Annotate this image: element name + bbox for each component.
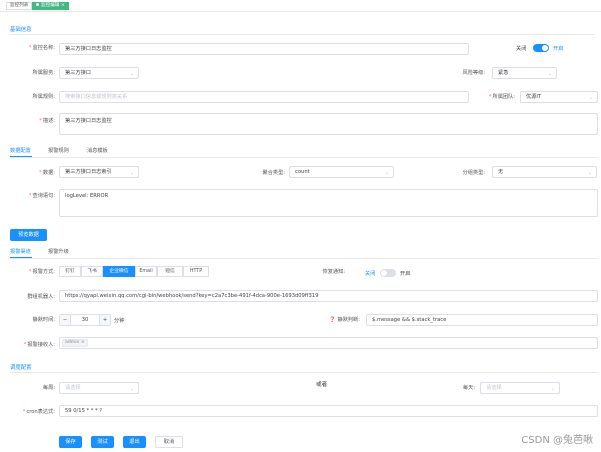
decrement-button[interactable]: − bbox=[60, 315, 71, 325]
team-select[interactable]: 优源IT ⌄ bbox=[520, 91, 598, 103]
data-source-label: *数据: bbox=[39, 170, 55, 176]
section-title-schedule: 调度配置 bbox=[10, 365, 32, 371]
preview-data-button[interactable]: 预览数据 bbox=[10, 229, 47, 241]
agg-type-label: 聚合类型: bbox=[262, 170, 286, 176]
divider bbox=[10, 372, 598, 373]
divider bbox=[10, 258, 598, 259]
rule-label: 所属规则: bbox=[32, 94, 56, 100]
save-button[interactable]: 保存 bbox=[59, 436, 82, 448]
cancel-button[interactable]: 取消 bbox=[155, 436, 183, 448]
daily-select[interactable]: 请选择 ⌄ bbox=[480, 382, 560, 394]
desc-textarea[interactable]: 第三方接口日志监控 bbox=[59, 113, 598, 135]
recovery-toggle[interactable] bbox=[380, 269, 396, 277]
desc-label: *描述: bbox=[39, 118, 55, 124]
rule-select[interactable]: 搜索接口信息或规则类关系 bbox=[59, 91, 469, 103]
section-title-basic: 基础信息 bbox=[10, 27, 32, 33]
tab-message-template[interactable]: 消息模板 bbox=[87, 147, 108, 155]
receiver-tag: admin × bbox=[62, 339, 88, 347]
silence-condition-label: ❓ 静默判断: bbox=[329, 317, 360, 323]
or-text: 或者 bbox=[316, 382, 328, 388]
robot-webhook-input[interactable]: https://qyapi.weixin.qq.com/cgi-bin/webh… bbox=[59, 290, 598, 302]
divider bbox=[10, 157, 598, 158]
method-http[interactable]: HTTP bbox=[183, 266, 209, 277]
enable-toggle[interactable] bbox=[533, 44, 549, 52]
method-feishu[interactable]: 飞书 bbox=[81, 266, 103, 277]
monitor-name-input[interactable]: 第三方接口日志监控 bbox=[59, 43, 469, 55]
increment-button[interactable]: + bbox=[99, 315, 110, 325]
test-button[interactable]: 测试 bbox=[91, 436, 114, 448]
query-textarea[interactable]: logLevel: ERROR bbox=[59, 189, 598, 217]
recovery-on-label: 开启 bbox=[400, 271, 411, 277]
tab-alarm-upgrade[interactable]: 报警升级 bbox=[48, 248, 69, 256]
robot-label: 群组机器人: bbox=[27, 294, 55, 300]
tab-monitor-edit[interactable]: 监控编辑 × bbox=[32, 2, 69, 10]
data-source-select[interactable]: 第三方接口日志索引 ⌄ bbox=[59, 166, 139, 178]
risk-select[interactable]: 紧急 ⌄ bbox=[492, 67, 557, 79]
agg-type-select[interactable]: count ⌄ bbox=[289, 166, 394, 178]
enable-toggle-on-label: 开启 bbox=[553, 46, 564, 52]
stepper-value: 30 bbox=[81, 317, 89, 323]
tab-label: 监控编辑 bbox=[41, 3, 60, 8]
silence-time-unit: 分钟 bbox=[114, 318, 125, 324]
toggle-knob bbox=[542, 45, 548, 51]
chevron-down-icon: ⌄ bbox=[129, 386, 134, 392]
recovery-off-label: 关闭 bbox=[365, 271, 376, 277]
chevron-down-icon: ⌄ bbox=[384, 170, 389, 176]
method-email[interactable]: Email bbox=[135, 266, 157, 277]
cron-label: *cron表达式: bbox=[22, 409, 55, 415]
tab-label: 监控列表 bbox=[10, 3, 29, 8]
chevron-down-icon: ⌄ bbox=[129, 170, 134, 176]
method-wecom[interactable]: 企业微信 bbox=[103, 266, 135, 277]
tab-data-config[interactable]: 数据配置 bbox=[10, 147, 31, 155]
receiver-select[interactable] bbox=[59, 337, 598, 349]
method-sms[interactable]: 短信 bbox=[157, 266, 183, 277]
chevron-down-icon: ⌄ bbox=[550, 386, 555, 392]
group-type-label: 分组类型: bbox=[462, 170, 486, 176]
receiver-label: *报警接收人: bbox=[23, 342, 55, 348]
chevron-down-icon: ⌄ bbox=[129, 71, 134, 77]
tab-monitor-list[interactable]: 监控列表 bbox=[6, 2, 33, 10]
group-type-select[interactable]: 无 ⌄ bbox=[492, 166, 597, 178]
cron-input[interactable]: 59 0/15 * * * ? bbox=[59, 405, 598, 417]
silence-time-stepper[interactable]: − 30 + bbox=[59, 314, 111, 326]
risk-label: 风险等级: bbox=[462, 70, 486, 76]
query-label: *查询语句: bbox=[28, 193, 55, 199]
chevron-down-icon: ⌄ bbox=[587, 170, 592, 176]
toggle-knob bbox=[381, 270, 387, 276]
silence-time-label: 静默时间: bbox=[32, 317, 56, 323]
silence-condition-input[interactable]: $.message && $.stack_trace bbox=[366, 314, 598, 326]
service-select[interactable]: 第三方接口 ⌄ bbox=[59, 67, 139, 79]
watermark: CSDN @兔芭啾 bbox=[521, 435, 593, 446]
monitor-name-label: *监控名称: bbox=[28, 45, 55, 51]
method-label: *报警方式: bbox=[28, 269, 55, 275]
weekly-label: 每周: bbox=[42, 385, 55, 391]
team-label: *所属团队: bbox=[488, 94, 515, 100]
exit-button[interactable]: 退出 bbox=[123, 436, 146, 448]
weekly-select[interactable]: 请选择 ⌄ bbox=[59, 382, 139, 394]
tab-alarm-channel[interactable]: 报警渠道 bbox=[10, 248, 31, 256]
tag-close-icon[interactable]: × bbox=[81, 340, 85, 345]
chevron-down-icon: ⌄ bbox=[588, 95, 593, 101]
chevron-down-icon: ⌄ bbox=[547, 71, 552, 77]
recovery-notify-label: 恢复通知: bbox=[322, 269, 346, 275]
tab-alarm-rules[interactable]: 报警规则 bbox=[48, 147, 69, 155]
method-dingtalk[interactable]: 钉钉 bbox=[59, 266, 81, 277]
help-icon[interactable]: ❓ bbox=[329, 317, 335, 323]
service-label: 所属服务: bbox=[32, 70, 56, 76]
close-icon[interactable]: × bbox=[61, 3, 65, 8]
active-dot-icon bbox=[36, 3, 39, 6]
daily-label: 每天: bbox=[462, 385, 475, 391]
divider bbox=[10, 34, 595, 35]
enable-toggle-off-label: 关闭 bbox=[516, 46, 527, 52]
page-tab-bar: 监控列表 监控编辑 × bbox=[0, 0, 601, 12]
